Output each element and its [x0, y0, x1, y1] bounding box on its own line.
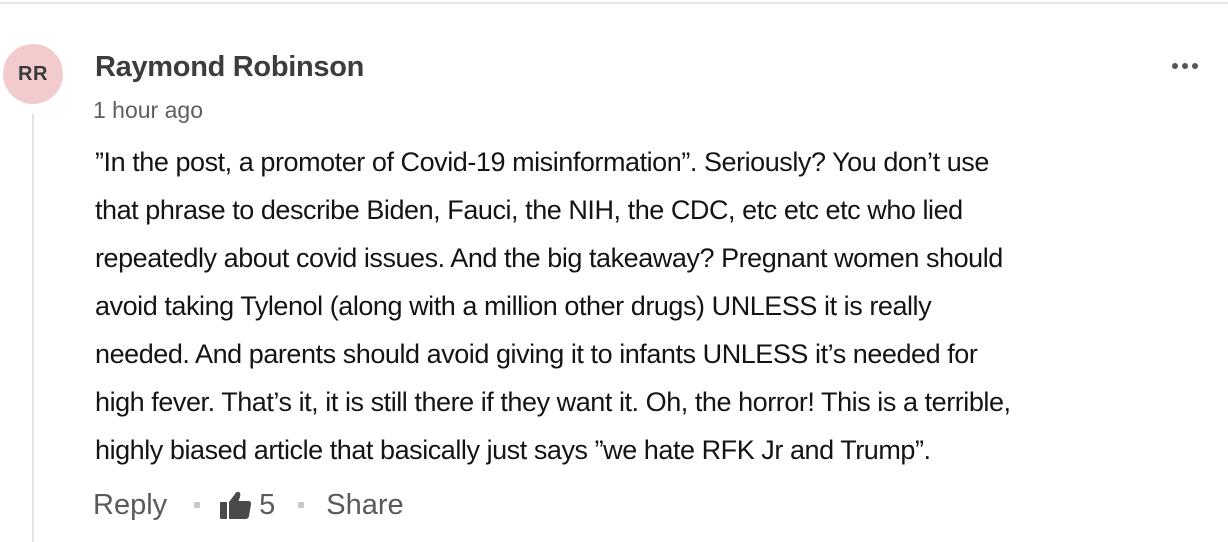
author-name[interactable]: Raymond Robinson	[95, 50, 364, 84]
separator-dot	[194, 502, 201, 508]
comment-line: repeatedly about covid issues. And the b…	[95, 243, 1003, 273]
reply-button[interactable]: Reply	[93, 485, 167, 525]
thread-line	[32, 114, 34, 542]
comment-line: needed. And parents should avoid giving …	[95, 339, 978, 369]
comment-line: that phrase to describe Biden, Fauci, th…	[95, 195, 963, 225]
comment-body: ”In the post, a promoter of Covid-19 mis…	[95, 138, 1207, 474]
like-button[interactable]: 5	[219, 485, 275, 525]
thumbs-up-icon	[220, 491, 252, 519]
more-options-icon	[1172, 63, 1198, 69]
more-options-button[interactable]	[1166, 52, 1204, 80]
comment-timestamp: 1 hour ago	[93, 97, 203, 123]
comment-line: avoid taking Tylenol (along with a milli…	[95, 291, 932, 321]
comment-line: highly biased article that basically jus…	[95, 435, 931, 465]
comment-line: high fever. That’s it, it is still there…	[95, 387, 1011, 417]
share-button[interactable]: Share	[326, 485, 403, 525]
like-count: 5	[259, 489, 276, 521]
comment-actions: Reply 5 Share	[93, 485, 404, 525]
comment-line: ”In the post, a promoter of Covid-19 mis…	[95, 147, 989, 177]
separator-dot	[298, 502, 305, 508]
comment-card: RR Raymond Robinson 1 hour ago ”In the p…	[0, 0, 1228, 542]
avatar-initials: RR	[18, 62, 48, 85]
top-divider	[0, 2, 1228, 4]
avatar[interactable]: RR	[3, 44, 63, 104]
